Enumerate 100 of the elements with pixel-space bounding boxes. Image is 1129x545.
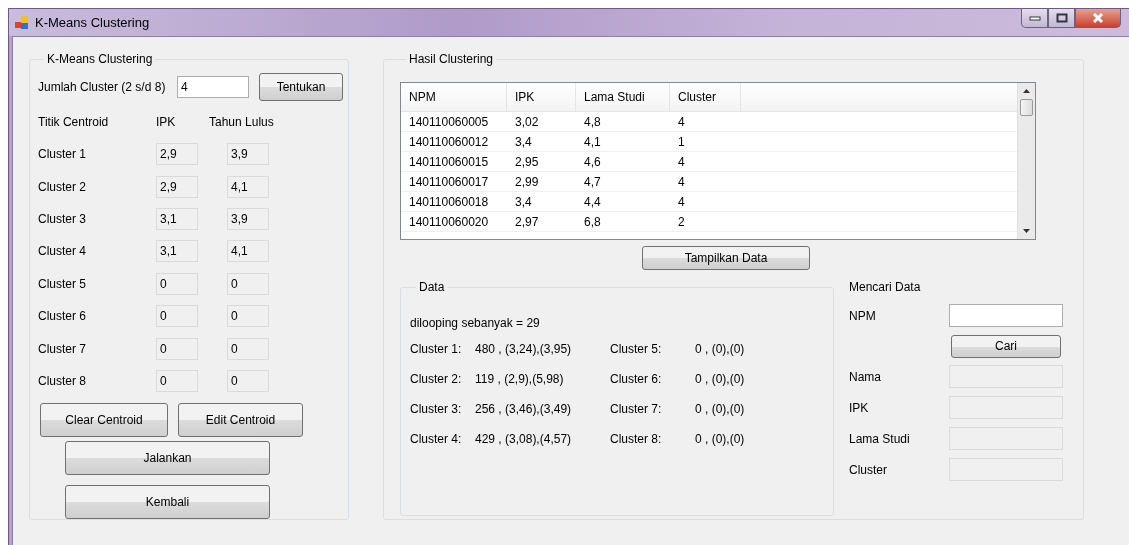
- table-cell-text: 140110060005: [408, 113, 490, 131]
- table-cell-text: 3,4: [514, 133, 533, 151]
- clear-centroid-button[interactable]: Clear Centroid: [40, 403, 168, 438]
- ipk-field[interactable]: 0: [156, 369, 198, 392]
- field-label: IPK: [849, 400, 870, 415]
- back-button[interactable]: Kembali: [65, 485, 270, 520]
- cluster-label: Cluster 8:: [610, 432, 663, 446]
- table-cell-text: 4,4: [583, 193, 602, 211]
- cluster-label: Cluster 1:: [410, 342, 463, 356]
- table-cell-text: 4,7: [583, 173, 602, 191]
- column-header: Tahun Lulus: [209, 115, 275, 129]
- table-cell-text: 140110060012: [408, 133, 490, 151]
- column-header[interactable]: NPM: [401, 83, 507, 111]
- cluster-count-label: Jumlah Cluster (2 s/d 8): [38, 80, 167, 94]
- maximize-icon: [1055, 13, 1068, 23]
- year-field[interactable]: 3,9: [227, 207, 269, 230]
- cluster-label: Cluster 4:: [410, 432, 463, 446]
- table-cell-text: 4: [677, 193, 686, 211]
- year-field[interactable]: 0: [227, 337, 269, 360]
- year-field[interactable]: 0: [227, 272, 269, 295]
- scroll-down-icon[interactable]: [1023, 229, 1030, 233]
- cluster-result: 0 , (0),(0): [695, 342, 745, 356]
- column-header[interactable]: Cluster: [670, 83, 741, 111]
- ipk-field[interactable]: 2,9: [156, 143, 198, 166]
- ipk-field[interactable]: 0: [156, 305, 198, 328]
- cluster-label: Cluster 7:: [610, 402, 663, 416]
- cluster-label: Cluster 6:: [610, 372, 663, 386]
- cluster-result: 0 , (0),(0): [695, 372, 745, 386]
- edit-centroid-button[interactable]: Edit Centroid: [178, 403, 303, 438]
- cluster-label: Cluster 5: [38, 276, 88, 291]
- set-button[interactable]: Tentukan: [259, 73, 343, 101]
- cluster-result: 429 , (3,08),(4,57): [475, 432, 572, 446]
- table-cell-text: 2,99: [514, 173, 540, 191]
- table-cell-text: 3,4: [514, 193, 533, 211]
- run-button[interactable]: Jalankan: [65, 441, 270, 476]
- field-label: Lama Studi: [849, 431, 911, 446]
- cluster-label: Cluster 1: [38, 147, 88, 162]
- year-field[interactable]: 3,9: [227, 143, 269, 166]
- table-cell-text: 4: [677, 153, 686, 171]
- year-field[interactable]: 0: [227, 369, 269, 392]
- ipk-field[interactable]: 0: [156, 337, 198, 360]
- ipk-field[interactable]: 2,9: [156, 175, 198, 198]
- cluster-label: Cluster 2:: [410, 372, 463, 386]
- npm-label: NPM: [849, 308, 877, 323]
- cluster-label: Cluster 8: [38, 373, 88, 388]
- table-cell-text: 140110060017: [408, 173, 490, 191]
- table-cell-text: 140110060020: [408, 213, 490, 231]
- cluster-result: 119 , (2,9),(5,98): [475, 372, 564, 386]
- year-field[interactable]: 4,1: [227, 240, 269, 263]
- year-field[interactable]: 4,1: [227, 175, 269, 198]
- table-cell-text: 140110060018: [408, 193, 490, 211]
- group-title: Hasil Clustering: [408, 52, 495, 66]
- minimize-icon: [1028, 15, 1041, 21]
- field-label: Nama: [849, 369, 882, 384]
- scroll-thumb[interactable]: [1020, 99, 1033, 116]
- table-cell-text: 4: [677, 113, 686, 131]
- year-field[interactable]: 0: [227, 305, 269, 328]
- table-cell-text: 140110060015: [408, 153, 490, 171]
- window-title: K-Means Clustering: [35, 15, 150, 30]
- table-cell-text: 4: [677, 173, 686, 191]
- ipk-field[interactable]: 3,1: [156, 240, 198, 263]
- table-cell-text: 1: [677, 133, 686, 151]
- cluster-result: 480 , (3,24),(3,95): [475, 342, 572, 356]
- ipk-field[interactable]: 0: [156, 272, 198, 295]
- cluster-label: Cluster 3: [38, 211, 88, 226]
- app-icon: [15, 15, 29, 30]
- table-cell-text: 4,1: [583, 133, 602, 151]
- column-header[interactable]: Lama Studi: [576, 83, 670, 111]
- table-cell-text: 4,8: [583, 113, 602, 131]
- table-cell-text: 2: [677, 213, 686, 231]
- cluster-label: Cluster 7: [38, 341, 88, 356]
- cluster-label: Cluster 3:: [410, 402, 463, 416]
- npm-field[interactable]: [949, 304, 1063, 327]
- cluster-result: 256 , (3,46),(3,49): [475, 402, 572, 416]
- scrollbar[interactable]: [1017, 83, 1035, 239]
- table-cell-text: 3,02: [514, 113, 540, 131]
- group-title: Data: [418, 280, 446, 294]
- cluster-result: 0 , (0),(0): [695, 402, 745, 416]
- column-header[interactable]: IPK: [507, 83, 576, 111]
- column-header: Titik Centroid: [38, 115, 110, 129]
- ipk-field[interactable]: 3,1: [156, 207, 198, 230]
- table-cell-text: 4,6: [583, 153, 602, 171]
- table-cell-text: 2,95: [514, 153, 540, 171]
- close-icon: [1091, 13, 1105, 23]
- column-header: IPK: [156, 115, 177, 129]
- cluster-label: Cluster 5:: [610, 342, 663, 356]
- cluster-result: 0 , (0),(0): [695, 432, 745, 446]
- cluster-label: Cluster 6: [38, 309, 88, 324]
- table-cell-text: 6,8: [583, 213, 602, 231]
- field-label: Cluster: [849, 462, 888, 477]
- minimize-button[interactable]: [1021, 9, 1048, 28]
- show-data-button[interactable]: Tampilkan Data: [642, 246, 810, 270]
- cluster-count-field[interactable]: 4: [177, 76, 249, 98]
- close-button[interactable]: [1075, 9, 1121, 28]
- scroll-up-icon[interactable]: [1023, 89, 1030, 93]
- maximize-button[interactable]: [1048, 9, 1075, 28]
- group-title: K-Means Clustering: [46, 52, 154, 66]
- cluster-label: Cluster 4: [38, 244, 88, 259]
- search-button[interactable]: Cari: [951, 334, 1061, 358]
- loop-count-text: dilooping sebanyak = 29: [410, 316, 541, 330]
